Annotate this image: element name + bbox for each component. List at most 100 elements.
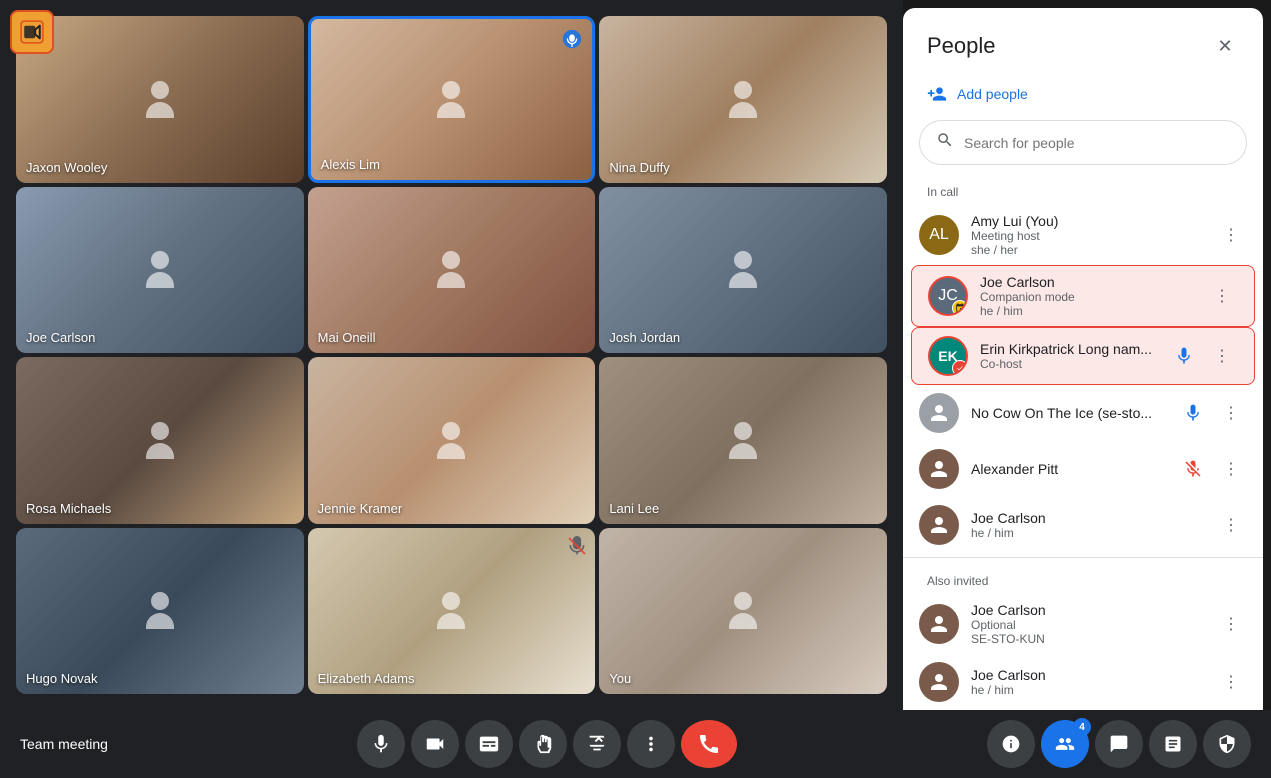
person-name-joe2: Joe Carlson [971, 510, 1215, 526]
video-tile-mai[interactable]: Mai Oneill [308, 187, 596, 354]
meeting-name: Team meeting [20, 736, 108, 752]
video-tile-you[interactable]: You [599, 528, 887, 695]
toolbar-left: Team meeting [20, 736, 108, 752]
tile-name-lani: Lani Lee [609, 501, 659, 516]
video-tile-lani[interactable]: Lani Lee [599, 357, 887, 524]
tile-name-mai: Mai Oneill [318, 330, 376, 345]
person-info-joe2: Joe Carlson he / him [971, 510, 1215, 540]
avatar-nocow [919, 393, 959, 433]
more-options-nocow[interactable]: ⋮ [1215, 397, 1247, 429]
camera-button[interactable] [411, 720, 459, 768]
captions-button[interactable] [465, 720, 513, 768]
person-sub-erin: Co-host [980, 357, 1168, 371]
more-options-alex[interactable]: ⋮ [1215, 453, 1247, 485]
person-info-joe-companion: Joe Carlson Companion mode he / him [980, 274, 1206, 318]
more-options-joe3[interactable]: ⋮ [1215, 608, 1247, 640]
person-sub-amy: Meeting host [971, 229, 1215, 243]
more-options-joe-companion[interactable]: ⋮ [1206, 280, 1238, 312]
person-name-alex: Alexander Pitt [971, 461, 1177, 477]
video-tile-josh[interactable]: Josh Jordan [599, 187, 887, 354]
person-actions-alex: ⋮ [1177, 453, 1247, 485]
in-call-label: In call [903, 173, 1263, 205]
person-item-joe2[interactable]: Joe Carlson he / him ⋮ [903, 497, 1263, 553]
people-list: In call AL Amy Lui (You) Meeting host sh… [903, 173, 1263, 710]
toolbar-center [357, 720, 737, 768]
speaking-indicator-nocow [1177, 397, 1209, 429]
raise-hand-button[interactable] [519, 720, 567, 768]
avatar-joe-companion: JC [928, 276, 968, 316]
tile-name-you: You [609, 671, 631, 686]
person-sub-joe3-2: SE-STO-KUN [971, 632, 1215, 646]
activities-button[interactable] [1149, 720, 1197, 768]
person-item-nocow[interactable]: No Cow On The Ice (se-sto... ⋮ [903, 385, 1263, 441]
tile-name-jaxon: Jaxon Wooley [26, 160, 107, 175]
add-person-icon [927, 84, 947, 104]
video-tile-alexis[interactable]: Alexis Lim [308, 16, 596, 183]
more-options-joe4[interactable]: ⋮ [1215, 666, 1247, 698]
close-panel-button[interactable]: ✕ [1207, 28, 1243, 64]
video-tile-hugo[interactable]: Hugo Novak [16, 528, 304, 695]
person-actions-amy: ⋮ [1215, 219, 1247, 251]
person-name-erin: Erin Kirkpatrick Long nam... [980, 341, 1168, 357]
video-tile-rosa[interactable]: Rosa Michaels [16, 357, 304, 524]
person-item-amy[interactable]: AL Amy Lui (You) Meeting host she / her … [903, 205, 1263, 265]
logo-button[interactable] [10, 10, 54, 54]
more-options-amy[interactable]: ⋮ [1215, 219, 1247, 251]
safety-button[interactable] [1203, 720, 1251, 768]
video-tile-jaxon[interactable]: Jaxon Wooley [16, 16, 304, 183]
person-actions-joe2: ⋮ [1215, 509, 1247, 541]
person-info-amy: Amy Lui (You) Meeting host she / her [971, 213, 1215, 257]
avatar-joe2 [919, 505, 959, 545]
avatar-joe3 [919, 604, 959, 644]
person-name-joe4: Joe Carlson [971, 667, 1215, 683]
person-info-joe3: Joe Carlson Optional SE-STO-KUN [971, 602, 1215, 646]
video-tile-joe[interactable]: Joe Carlson [16, 187, 304, 354]
person-pronoun-amy: she / her [971, 243, 1215, 257]
video-tile-jennie[interactable]: Jennie Kramer [308, 357, 596, 524]
end-call-button[interactable] [681, 720, 737, 768]
person-item-alex[interactable]: Alexander Pitt ⋮ [903, 441, 1263, 497]
person-item-joe3[interactable]: Joe Carlson Optional SE-STO-KUN ⋮ [903, 594, 1263, 654]
tile-name-nina: Nina Duffy [609, 160, 669, 175]
person-sub-joe3-1: Optional [971, 618, 1215, 632]
person-item-erin[interactable]: EK Erin Kirkpatrick Long nam... Co-host … [911, 327, 1255, 385]
person-item-joe4[interactable]: Joe Carlson he / him ⋮ [903, 654, 1263, 710]
panel-title: People [927, 33, 996, 59]
mic-muted-alex [1177, 453, 1209, 485]
person-name-amy: Amy Lui (You) [971, 213, 1215, 229]
people-panel: People ✕ Add people In call AL [903, 8, 1263, 710]
person-info-alex: Alexander Pitt [971, 461, 1177, 477]
person-actions-joe-companion: ⋮ [1206, 280, 1238, 312]
person-actions-joe3: ⋮ [1215, 608, 1247, 640]
video-tile-nina[interactable]: Nina Duffy [599, 16, 887, 183]
chat-button[interactable] [1095, 720, 1143, 768]
person-name-joe3: Joe Carlson [971, 602, 1215, 618]
meeting-info-button[interactable] [987, 720, 1035, 768]
more-options-joe2[interactable]: ⋮ [1215, 509, 1247, 541]
speaking-indicator-erin [1168, 340, 1200, 372]
tile-name-hugo: Hugo Novak [26, 671, 98, 686]
present-button[interactable] [573, 720, 621, 768]
search-icon [936, 131, 954, 154]
person-name-joe-companion: Joe Carlson [980, 274, 1206, 290]
video-grid: Jaxon Wooley Alexis Lim Nina Du [8, 8, 895, 702]
person-info-erin: Erin Kirkpatrick Long nam... Co-host [980, 341, 1168, 371]
person-item-joe-companion[interactable]: JC Joe Carlson Companion mode he / him ⋮ [911, 265, 1255, 327]
mic-button[interactable] [357, 720, 405, 768]
person-info-joe4: Joe Carlson he / him [971, 667, 1215, 697]
add-people-label: Add people [957, 86, 1028, 102]
more-options-erin[interactable]: ⋮ [1206, 340, 1238, 372]
person-actions-joe4: ⋮ [1215, 666, 1247, 698]
more-options-button[interactable] [627, 720, 675, 768]
speaking-indicator-alexis [560, 27, 584, 51]
mic-muted-elizabeth [567, 536, 587, 561]
search-input[interactable] [964, 135, 1230, 151]
search-box [919, 120, 1247, 165]
participants-count: 4 [1073, 718, 1091, 736]
person-actions-nocow: ⋮ [1177, 397, 1247, 429]
video-tile-elizabeth[interactable]: Elizabeth Adams [308, 528, 596, 695]
tile-name-elizabeth: Elizabeth Adams [318, 671, 415, 686]
add-people-button[interactable]: Add people [903, 76, 1263, 112]
divider [903, 557, 1263, 558]
participants-button[interactable]: 4 [1041, 720, 1089, 768]
